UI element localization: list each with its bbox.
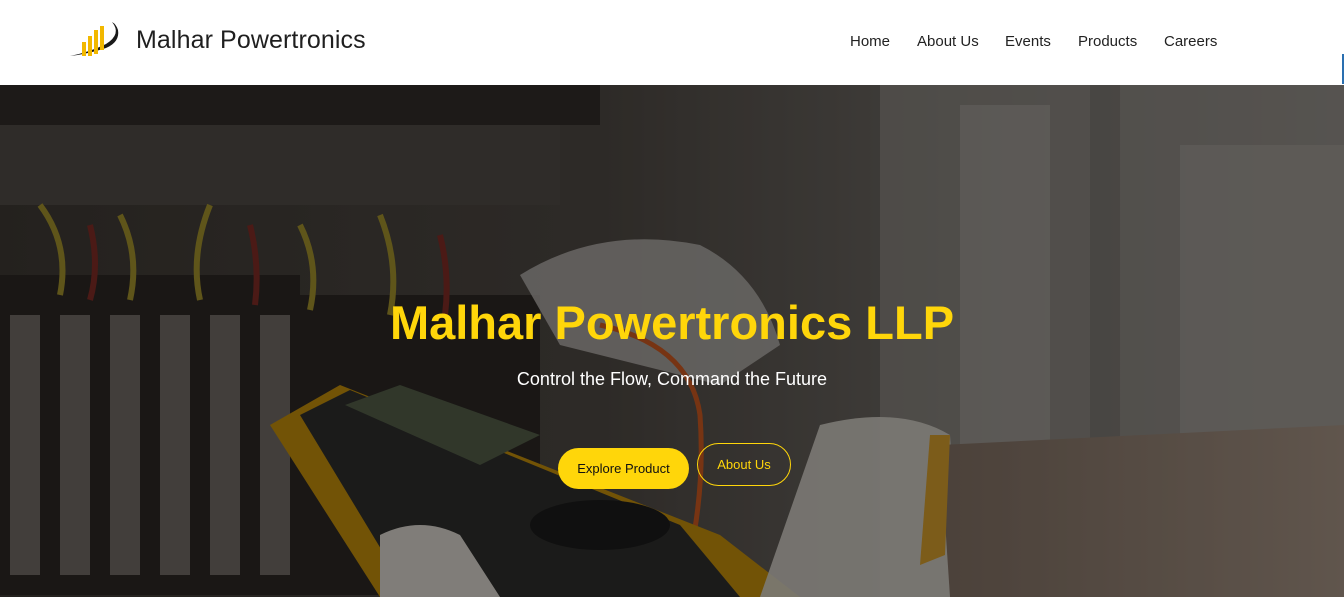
main-nav: Home About Us Events Products Careers bbox=[0, 33, 1344, 53]
nav-home[interactable]: Home bbox=[850, 33, 890, 50]
hero-subtitle: Control the Flow, Command the Future bbox=[516, 369, 828, 389]
about-us-button[interactable]: About Us bbox=[697, 443, 791, 486]
nav-products[interactable]: Products bbox=[1078, 33, 1137, 50]
hero-title: Malhar Powertronics LLP bbox=[389, 296, 955, 349]
hero-section: Malhar Powertronics LLP Control the Flow… bbox=[0, 85, 1344, 597]
site-header: Malhar Powertronics Home About Us Events… bbox=[0, 0, 1344, 85]
nav-careers[interactable]: Careers bbox=[1164, 33, 1217, 50]
nav-about-us[interactable]: About Us bbox=[917, 33, 979, 50]
nav-events[interactable]: Events bbox=[1005, 33, 1051, 50]
explore-product-button[interactable]: Explore Product bbox=[558, 448, 689, 489]
